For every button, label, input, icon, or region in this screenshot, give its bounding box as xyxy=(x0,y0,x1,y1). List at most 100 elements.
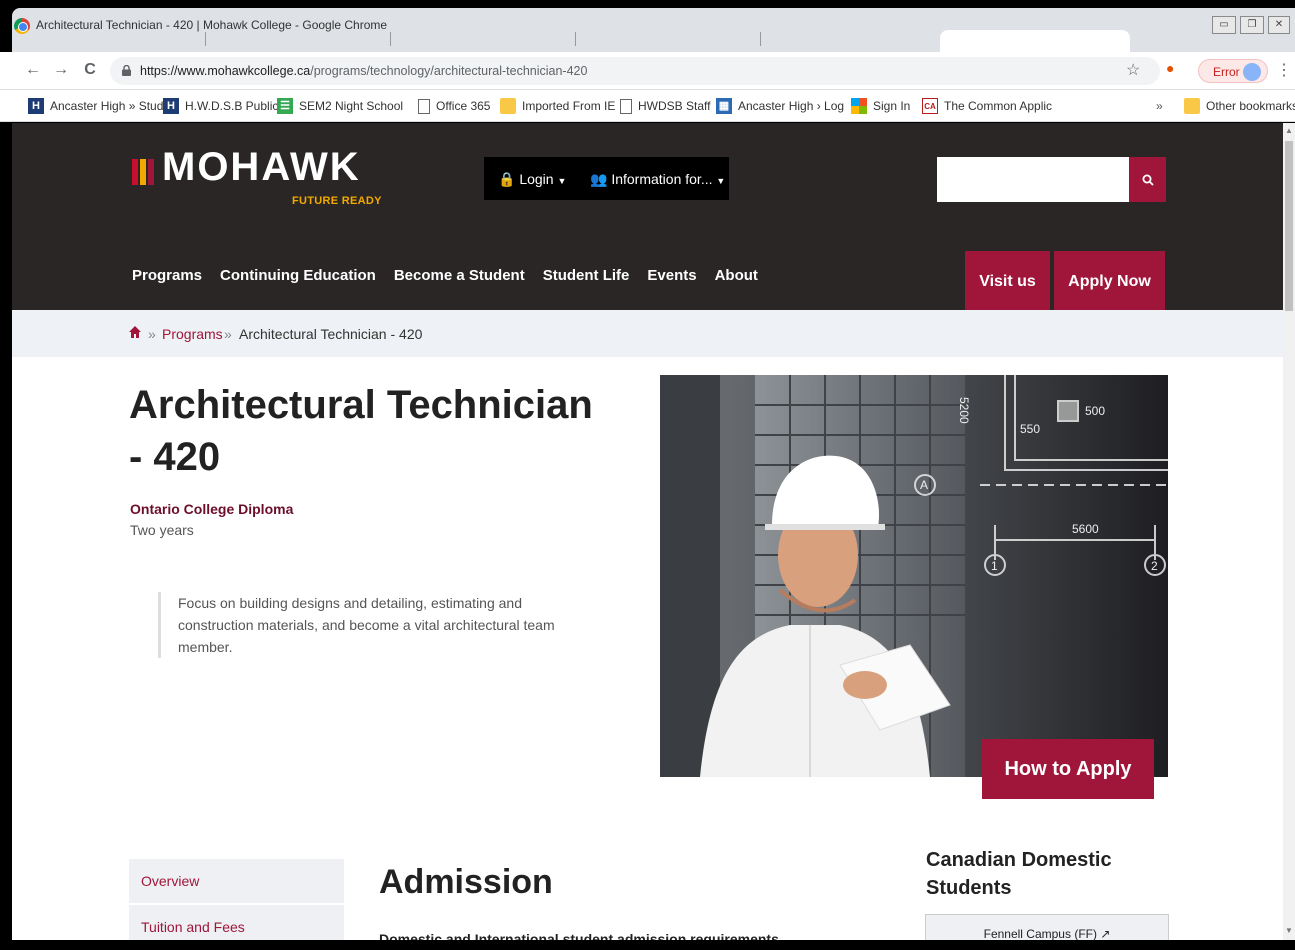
page-icon xyxy=(418,98,430,114)
domestic-heading: Canadian Domestic Students xyxy=(926,849,1112,899)
breadcrumb-programs[interactable]: Programs xyxy=(162,326,223,342)
folder-icon xyxy=(500,98,516,114)
bookmark-label: The Common Applic xyxy=(944,99,1053,113)
bookmark-item[interactable]: Office 365 xyxy=(418,97,490,115)
url-path: /programs/technology/architectural-techn… xyxy=(310,64,588,78)
error-label: Error xyxy=(1213,65,1240,79)
search-icon xyxy=(1142,174,1154,186)
caret-down-icon: ▼ xyxy=(716,176,726,186)
h-icon: H xyxy=(163,98,179,114)
home-icon[interactable] xyxy=(129,326,141,338)
bookmark-label: Ancaster High » Stud xyxy=(50,99,164,113)
bookmark-label: Office 365 xyxy=(436,99,491,113)
close-icon[interactable]: ✕ xyxy=(1268,16,1290,34)
browser-toolbar: ← → C https://www.mohawkcollege.ca/progr… xyxy=(0,52,1295,90)
section-menu: Overview Tuition and Fees xyxy=(129,859,344,940)
url-host: https://www.mohawkcollege.ca xyxy=(140,64,311,78)
information-for-menu[interactable]: 👥 Information for... ▼ xyxy=(590,171,725,188)
profile-error-button[interactable]: Error xyxy=(1198,59,1268,83)
mohawk-logo-mark-icon[interactable] xyxy=(132,159,156,185)
info-for-label: Information for... xyxy=(611,171,713,187)
bookmark-item[interactable]: H H.W.D.S.B Public xyxy=(163,97,278,115)
reload-icon[interactable]: C xyxy=(79,59,101,81)
minimize-icon[interactable]: ▭ xyxy=(1212,16,1236,34)
breadcrumb-separator: » xyxy=(148,326,156,342)
window-title: Architectural Technician - 420 | Mohawk … xyxy=(36,18,388,32)
menu-icon[interactable]: ⋮ xyxy=(1276,60,1292,80)
bookmark-item[interactable]: Imported From IE xyxy=(500,97,615,115)
main-nav: Programs Continuing Education Become a S… xyxy=(132,267,758,284)
bookmark-label: HWDSB Staff xyxy=(638,99,711,113)
nav-become-a-student[interactable]: Become a Student xyxy=(394,267,525,284)
browser-titlebar: Architectural Technician - 420 | Mohawk … xyxy=(0,0,1295,52)
bookmark-label: H.W.D.S.B Public xyxy=(185,99,279,113)
hero-image: 5200 500 550 5600 A 1 2 xyxy=(660,375,1168,777)
duration: Two years xyxy=(130,522,194,538)
other-bookmarks-folder[interactable]: Other bookmarks xyxy=(1184,97,1295,115)
how-to-apply-button[interactable]: How to Apply xyxy=(982,739,1154,799)
admission-heading: Admission xyxy=(379,863,553,901)
avatar xyxy=(1243,63,1261,81)
site-header: MOHAWK FUTURE READY 🔒 Login ▼ 👥 Informat… xyxy=(12,123,1283,310)
bookmark-item[interactable]: Sign In xyxy=(851,97,910,115)
nav-programs[interactable]: Programs xyxy=(132,267,202,284)
scroll-down-icon[interactable]: ▼ xyxy=(1285,926,1293,935)
page-viewport: MOHAWK FUTURE READY 🔒 Login ▼ 👥 Informat… xyxy=(12,123,1283,940)
drawing-label: 1 xyxy=(991,559,998,573)
windows-icon xyxy=(851,98,867,114)
drawing-label: 5200 xyxy=(957,397,971,424)
bookmark-item[interactable]: ☰ SEM2 Night School xyxy=(277,97,403,115)
program-summary: Focus on building designs and detailing,… xyxy=(158,592,568,658)
bookmark-item[interactable]: H Ancaster High » Stud xyxy=(28,97,163,115)
breadcrumb-current: Architectural Technician - 420 xyxy=(239,326,423,342)
bookmark-star-icon[interactable]: ☆ xyxy=(1126,60,1140,80)
bookmark-item[interactable]: ▦ Ancaster High › Log xyxy=(716,97,844,115)
drawing-label: A xyxy=(920,478,928,492)
visit-us-button[interactable]: Visit us xyxy=(965,251,1050,310)
nav-continuing-education[interactable]: Continuing Education xyxy=(220,267,376,284)
bookmark-item[interactable]: CA The Common Applic xyxy=(922,97,1052,115)
utility-nav: 🔒 Login ▼ 👥 Information for... ▼ xyxy=(484,157,729,200)
drawing-label: 500 xyxy=(1085,404,1105,418)
forward-icon[interactable]: → xyxy=(50,59,72,81)
chrome-logo-icon xyxy=(14,18,30,34)
admission-subtext: Domestic and International student admis… xyxy=(379,931,779,940)
bookmarks-bar: H Ancaster High » Stud H H.W.D.S.B Public … xyxy=(0,90,1295,122)
folder-icon xyxy=(1184,98,1200,114)
bookmark-label: Other bookmarks xyxy=(1206,99,1295,113)
bookmark-item[interactable]: HWDSB Staff xyxy=(620,97,710,115)
site-logo[interactable]: MOHAWK xyxy=(162,145,361,190)
bookmarks-overflow-button[interactable]: » xyxy=(1156,97,1163,115)
apply-now-button[interactable]: Apply Now xyxy=(1054,251,1165,310)
bookmark-label: Sign In xyxy=(873,99,911,113)
ca-icon: CA xyxy=(922,98,938,114)
scrollbar-thumb[interactable] xyxy=(1285,141,1293,311)
window-bottom-edge xyxy=(0,940,1295,950)
scroll-up-icon[interactable]: ▲ xyxy=(1285,126,1293,135)
caret-down-icon: ▼ xyxy=(557,176,567,186)
page-icon xyxy=(620,98,632,114)
side-menu-tuition-and-fees[interactable]: Tuition and Fees xyxy=(129,905,344,940)
search-button[interactable] xyxy=(1129,157,1166,202)
window-title-row: Architectural Technician - 420 | Mohawk … xyxy=(0,8,1295,44)
back-icon[interactable]: ← xyxy=(22,59,44,81)
login-label: Login xyxy=(519,171,554,187)
page-title: Architectural Technician - 420 xyxy=(129,383,593,479)
nav-events[interactable]: Events xyxy=(647,267,696,284)
url-text[interactable]: https://www.mohawkcollege.ca/programs/te… xyxy=(140,64,587,78)
logo-tagline: FUTURE READY xyxy=(292,195,382,207)
site-search-input[interactable] xyxy=(937,157,1129,202)
lock-icon xyxy=(122,65,131,76)
side-menu-overview[interactable]: Overview xyxy=(129,859,344,903)
nav-about[interactable]: About xyxy=(715,267,758,284)
login-menu[interactable]: 🔒 Login ▼ xyxy=(498,171,566,188)
page-scrollbar[interactable]: ▲ ▼ xyxy=(1283,123,1295,940)
campus-link-button[interactable]: Fennell Campus (FF) ↗ xyxy=(925,914,1169,940)
drawing-label: 2 xyxy=(1151,559,1158,573)
extension-icon[interactable]: ● xyxy=(1166,60,1174,76)
sheet-icon: ☰ xyxy=(277,98,293,114)
restore-icon[interactable]: ❐ xyxy=(1240,16,1264,34)
nav-student-life[interactable]: Student Life xyxy=(543,267,630,284)
campus-label: Fennell Campus (FF) xyxy=(983,927,1097,940)
h-icon: H xyxy=(28,98,44,114)
